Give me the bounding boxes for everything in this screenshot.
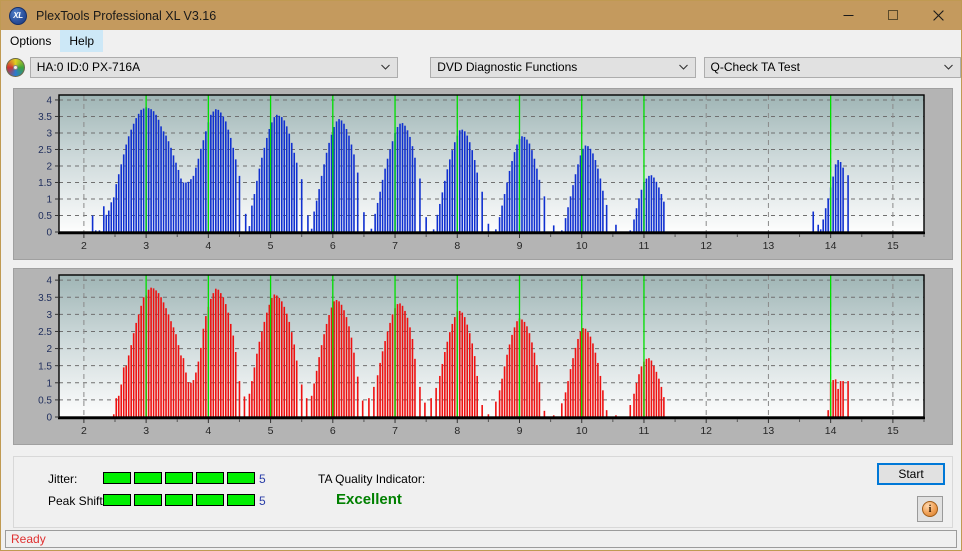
start-button[interactable]: Start [877,463,945,485]
gauge-segment [134,472,162,484]
svg-text:4: 4 [46,276,52,287]
app-icon: XL [9,6,27,25]
svg-text:4: 4 [205,425,211,437]
chevron-down-icon [944,63,953,72]
svg-text:1: 1 [46,378,52,389]
svg-text:3: 3 [46,129,52,140]
svg-text:12: 12 [700,240,712,252]
ta-quality-label: TA Quality Indicator: [318,472,426,486]
svg-text:3.5: 3.5 [38,293,52,304]
chevron-down-icon [381,63,391,72]
info-button[interactable]: i [917,496,943,522]
menu-item-help[interactable]: Help [60,30,104,52]
info-icon: i [922,501,938,517]
test-select-label: Q-Check TA Test [710,60,800,74]
svg-text:7: 7 [392,425,398,437]
chevron-down-icon [678,63,688,72]
peak-shift-value: 5 [259,494,266,508]
status-text: Ready [11,532,46,546]
svg-text:0: 0 [46,228,52,239]
svg-text:2.5: 2.5 [38,327,52,338]
svg-text:13: 13 [763,240,775,252]
svg-text:5: 5 [268,425,274,437]
title-bar: XL PlexTools Professional XL V3.16 [1,1,961,30]
peak-shift-gauge [103,494,255,506]
svg-text:0.5: 0.5 [38,395,52,406]
svg-text:5: 5 [268,240,274,252]
disc-icon [6,57,25,77]
svg-text:3: 3 [143,425,149,437]
drive-select-label: HA:0 ID:0 PX-716A [36,60,141,74]
svg-text:0: 0 [46,413,52,424]
gauge-segment [165,494,193,506]
menu-bar: Options Help [1,30,961,52]
ta-peakshift-chart: 0 0.5 1 1.5 2 2.5 3 3.5 4 2 3 4 5 6 7 8 9 10 11 12 13 14 15 [13,268,953,445]
svg-text:7: 7 [392,240,398,252]
jitter-gauge [103,472,255,484]
gauge-segment [227,494,255,506]
gauge-segment [196,494,224,506]
peak-shift-label: Peak Shift: [48,494,107,508]
gauge-segment [227,472,255,484]
svg-text:15: 15 [887,425,899,437]
svg-text:10: 10 [576,240,588,252]
svg-text:3: 3 [46,310,52,321]
gauge-segment [103,472,131,484]
svg-text:4: 4 [205,240,211,252]
gauge-segment [134,494,162,506]
svg-text:1.5: 1.5 [38,361,52,372]
ta-quality-value: Excellent [336,491,402,508]
svg-text:9: 9 [517,425,523,437]
svg-text:3.5: 3.5 [38,112,52,123]
close-icon[interactable] [916,1,961,30]
svg-text:3: 3 [143,240,149,252]
svg-text:8: 8 [454,240,460,252]
svg-text:13: 13 [763,425,775,437]
svg-text:11: 11 [639,425,650,437]
window-title: PlexTools Professional XL V3.16 [36,8,217,23]
minimize-icon[interactable] [826,1,871,30]
selector-toolbar: HA:0 ID:0 PX-716A DVD Diagnostic Functio… [1,52,961,82]
svg-text:10: 10 [576,425,588,437]
ta-peakshift-plot: 0 0.5 1 1.5 2 2.5 3 3.5 4 2 3 4 5 6 7 8 9 10 11 12 13 14 15 [14,269,952,444]
svg-text:6: 6 [330,240,336,252]
jitter-value: 5 [259,472,266,486]
maximize-icon[interactable] [871,1,916,30]
svg-text:9: 9 [517,240,523,252]
svg-text:1.5: 1.5 [38,178,52,189]
svg-text:11: 11 [639,240,650,252]
ta-jitter-plot: 0 0.5 1 1.5 2 2.5 3 3.5 4 2 3 4 5 6 7 8 9 10 11 12 13 14 15 [14,89,952,259]
svg-text:1: 1 [46,195,52,206]
svg-text:2: 2 [81,425,87,437]
gauge-segment [196,472,224,484]
svg-text:4: 4 [46,96,52,107]
svg-text:14: 14 [825,240,837,252]
svg-text:6: 6 [330,425,336,437]
ta-jitter-chart: 0 0.5 1 1.5 2 2.5 3 3.5 4 2 3 4 5 6 7 8 9 10 11 12 13 14 15 [13,88,953,260]
jitter-label: Jitter: [48,472,78,486]
app-window: XL PlexTools Professional XL V3.16 Optio… [0,0,962,551]
test-select[interactable]: Q-Check TA Test [703,56,961,78]
drive-select[interactable]: HA:0 ID:0 PX-716A [29,56,399,78]
window-controls [826,1,961,30]
svg-text:12: 12 [700,425,712,437]
svg-text:2: 2 [46,344,52,355]
status-bar: Ready [5,530,957,548]
menu-item-options[interactable]: Options [1,30,60,52]
svg-text:15: 15 [887,240,899,252]
function-select[interactable]: DVD Diagnostic Functions [430,56,696,78]
svg-text:14: 14 [825,425,837,437]
svg-text:2: 2 [81,240,87,252]
svg-text:8: 8 [454,425,460,437]
gauge-segment [165,472,193,484]
svg-text:2: 2 [46,162,52,173]
results-panel: Jitter: 5 Peak Shift: 5 TA Quality Indic… [13,456,953,528]
gauge-segment [103,494,131,506]
function-select-label: DVD Diagnostic Functions [437,60,578,74]
svg-text:0.5: 0.5 [38,211,52,222]
svg-text:2.5: 2.5 [38,145,52,156]
